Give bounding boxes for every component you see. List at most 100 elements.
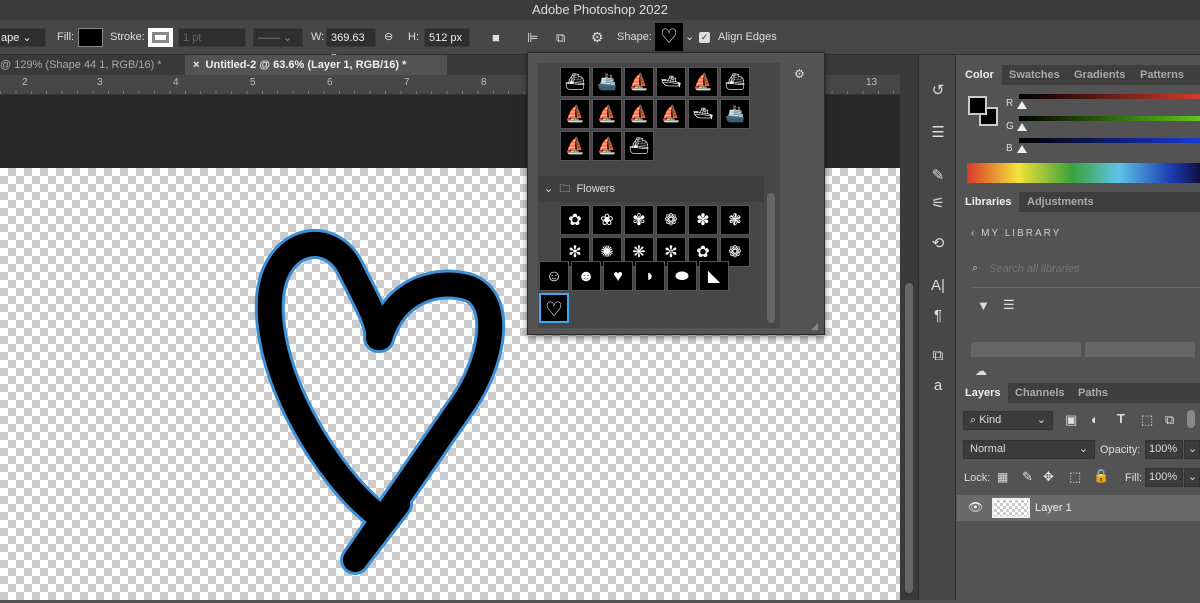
layer-name[interactable]: Layer 1	[1035, 502, 1072, 514]
path-arrangement-icon[interactable]: ⧉	[556, 28, 565, 47]
shape-boat[interactable]: ⛴	[720, 67, 750, 97]
shape-misc[interactable]: ⬬	[667, 261, 697, 291]
shape-boat[interactable]: ⛵	[656, 99, 686, 129]
shape-boat[interactable]: ⛵	[560, 99, 590, 129]
lock-all-icon[interactable]: 🔒	[1093, 468, 1109, 484]
red-slider[interactable]	[1019, 94, 1200, 99]
shape-boat[interactable]: ⛵	[592, 131, 622, 161]
tab-swatches[interactable]: Swatches	[1001, 65, 1068, 85]
link-icon[interactable]: ⊖	[384, 28, 393, 47]
opacity-field[interactable]: 100%	[1145, 440, 1183, 459]
lock-transparent-icon[interactable]: ▦	[997, 470, 1008, 484]
visibility-eye-icon[interactable]: 👁	[968, 500, 983, 514]
shape-boat[interactable]: 🛥	[656, 67, 686, 97]
paragraph-icon[interactable]: ¶	[927, 305, 949, 327]
shape-flower[interactable]: ✿	[560, 205, 590, 235]
tool-mode-select[interactable]: ape ⌄	[0, 28, 46, 47]
shape-boat[interactable]: ⛴	[624, 131, 654, 161]
tab-paths[interactable]: Paths	[1070, 383, 1116, 403]
group-flowers[interactable]: ⌄ 🗀 Flowers	[538, 176, 764, 202]
tab-color[interactable]: Color	[957, 65, 1002, 85]
height-field[interactable]: 512 px	[424, 28, 470, 47]
path-alignment-icon[interactable]: ⊫	[527, 28, 538, 47]
lock-artboard-icon[interactable]: ⬚	[1069, 469, 1081, 485]
my-library-back[interactable]: ‹ MY LIBRARY	[971, 228, 1061, 239]
tab-libraries[interactable]: Libraries	[957, 192, 1020, 212]
fill-swatch[interactable]	[78, 28, 103, 47]
filter-icon[interactable]: ▼	[977, 298, 990, 313]
green-slider[interactable]	[1019, 116, 1200, 121]
chevron-down-icon[interactable]: ⌄	[685, 28, 694, 47]
color-spectrum[interactable]	[967, 163, 1200, 183]
properties-icon[interactable]: ☰	[927, 122, 949, 144]
shape-boat[interactable]: 🚢	[720, 99, 750, 129]
blue-slider[interactable]	[1019, 138, 1200, 143]
blend-mode-select[interactable]: Normal ⌄	[963, 440, 1095, 459]
sort-icon[interactable]: ☰	[1003, 297, 1015, 313]
shape-flower[interactable]: ✾	[624, 205, 654, 235]
width-field[interactable]: 369.63 p	[326, 28, 376, 63]
tab-adjustments[interactable]: Adjustments	[1019, 192, 1102, 212]
fill-field[interactable]: 100%	[1145, 468, 1183, 487]
align-edges-label[interactable]: Align Edges	[718, 28, 777, 47]
gear-icon[interactable]: ⚙	[591, 28, 604, 47]
adjustment-filter-icon[interactable]: ◐	[1091, 412, 1099, 427]
close-icon[interactable]: ×	[193, 59, 206, 71]
blue-slider-knob[interactable]	[1017, 145, 1027, 153]
align-edges-checkbox[interactable]: ✓	[699, 32, 710, 43]
library-item[interactable]	[971, 342, 1081, 357]
shape-flower[interactable]: ❁	[656, 205, 686, 235]
resize-handle-icon[interactable]: ◢	[811, 321, 818, 332]
stroke-swatch[interactable]	[148, 28, 173, 47]
history-icon[interactable]: ↺	[927, 80, 949, 102]
tab-layers[interactable]: Layers	[957, 383, 1009, 403]
shape-boat[interactable]: ⛵	[688, 67, 718, 97]
stroke-type-select[interactable]: —— ⌄	[253, 28, 303, 47]
tab-gradients[interactable]: Gradients	[1066, 65, 1133, 85]
red-slider-knob[interactable]	[1017, 101, 1027, 109]
library-search-input[interactable]	[989, 260, 1189, 278]
tab-untitled-2[interactable]: × Untitled-2 @ 63.6% (Layer 1, RGB/16) *	[185, 55, 447, 75]
shape-picker[interactable]: ♡	[655, 23, 683, 51]
stroke-label[interactable]: Stroke:	[110, 28, 145, 47]
shape-flower[interactable]: ❀	[592, 205, 622, 235]
lock-move-icon[interactable]: ✥	[1043, 469, 1054, 485]
lock-paint-icon[interactable]: ✎	[1022, 469, 1033, 485]
tab-patterns[interactable]: Patterns	[1132, 65, 1192, 85]
kind-filter-select[interactable]: ⌕ Kind ⌄	[963, 411, 1053, 430]
shape-boat[interactable]: ⛴	[560, 67, 590, 97]
shape-misc[interactable]: ☺	[539, 261, 569, 291]
pixel-filter-icon[interactable]: ▣	[1065, 412, 1077, 428]
shape-boat[interactable]: ⛵	[624, 99, 654, 129]
shape-boat[interactable]: 🚢	[592, 67, 622, 97]
tab-shape-44[interactable]: @ 129% (Shape 44 1, RGB/16) *	[0, 55, 170, 75]
opacity-dropdown[interactable]: ⌄	[1184, 440, 1200, 459]
shape-filter-icon[interactable]: ⬚	[1141, 412, 1153, 428]
shape-boat[interactable]: ⛵	[592, 99, 622, 129]
glyphs-icon[interactable]: ⧉	[927, 345, 949, 367]
character-styles-icon[interactable]: a	[927, 375, 949, 397]
brush-settings-icon[interactable]: ⚟	[927, 193, 949, 215]
stroke-width-field[interactable]: 1 pt	[178, 28, 246, 47]
shape-flower[interactable]: ❃	[720, 205, 750, 235]
shape-misc[interactable]: ☻	[571, 261, 601, 291]
shape-misc[interactable]: ◗	[635, 261, 665, 291]
shape-boat[interactable]: ⛵	[560, 131, 590, 161]
shape-flower[interactable]: ✽	[688, 205, 718, 235]
character-icon[interactable]: A|	[927, 275, 949, 297]
library-item[interactable]	[1085, 342, 1195, 357]
path-operations-icon[interactable]: ■	[492, 28, 500, 47]
green-slider-knob[interactable]	[1017, 123, 1027, 131]
type-filter-icon[interactable]: T	[1117, 411, 1125, 426]
tab-channels[interactable]: Channels	[1007, 383, 1073, 403]
shape-boat[interactable]: ⛵	[624, 67, 654, 97]
shape-boat[interactable]: 🛥	[688, 99, 718, 129]
shape-misc[interactable]: ◣	[699, 261, 729, 291]
layer-row[interactable]: 👁 Layer 1	[957, 495, 1200, 521]
shape-misc[interactable]: ♥	[603, 261, 633, 291]
shape-heart-selected[interactable]: ♡	[539, 293, 569, 323]
fill-dropdown[interactable]: ⌄	[1184, 468, 1200, 487]
gear-icon[interactable]: ⚙	[794, 67, 805, 81]
filter-toggle[interactable]	[1187, 410, 1195, 428]
smart-object-filter-icon[interactable]: ⧉	[1165, 412, 1174, 428]
